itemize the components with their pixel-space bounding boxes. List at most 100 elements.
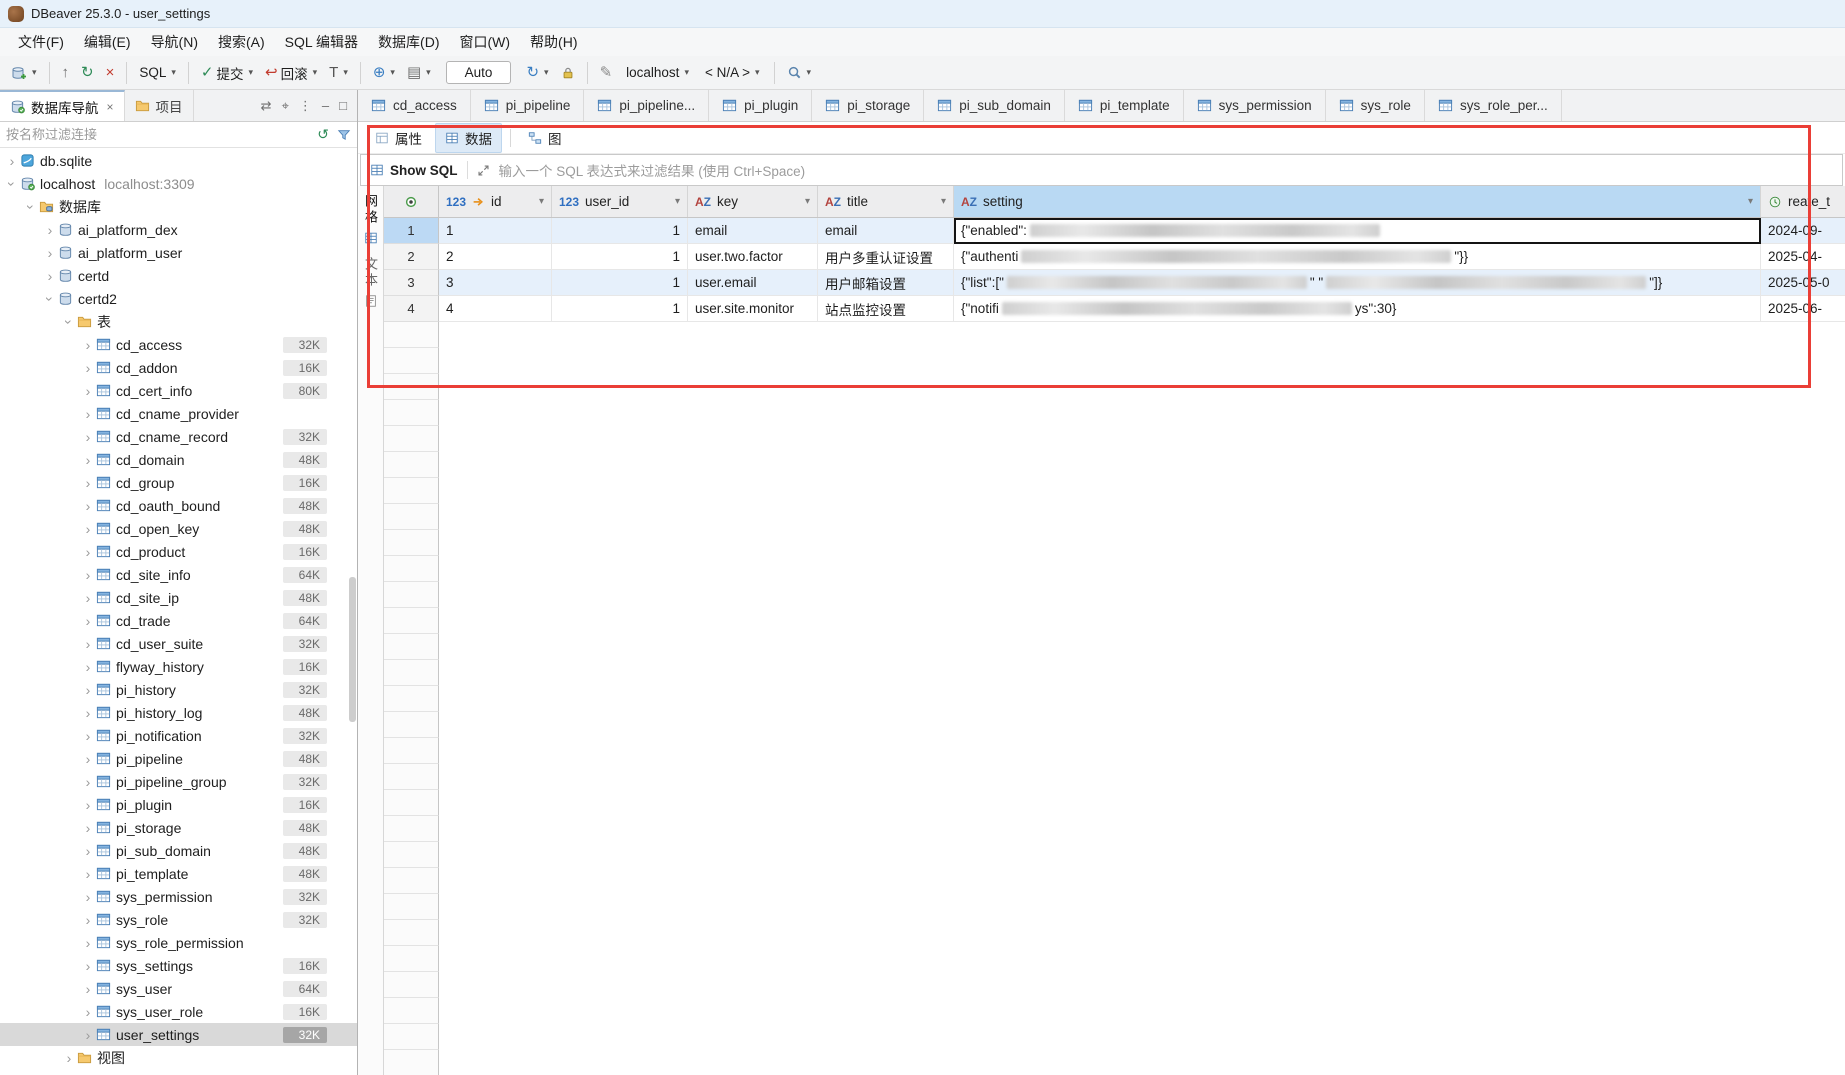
grid-cell-setting[interactable]: {"notifiys":30}: [954, 296, 1761, 322]
grid-cell[interactable]: 1: [552, 244, 688, 270]
menu-item[interactable]: 数据库(D): [368, 28, 449, 56]
grid-cell[interactable]: 2: [439, 244, 552, 270]
grid-cell[interactable]: 4: [439, 296, 552, 322]
tree-item-sys_user[interactable]: ›sys_user64K: [0, 977, 357, 1000]
grid-cell[interactable]: 用户多重认证设置: [818, 244, 954, 270]
refresh-button[interactable]: ↻▾: [521, 62, 553, 83]
active-connection-combo[interactable]: localhost▾: [619, 62, 696, 83]
sql-filter-placeholder[interactable]: 输入一个 SQL 表达式来过滤结果 (使用 Ctrl+Space): [499, 160, 806, 180]
tree-item-pi_storage[interactable]: ›pi_storage48K: [0, 816, 357, 839]
chevron-right-icon[interactable]: ›: [80, 1005, 96, 1019]
chevron-right-icon[interactable]: ›: [4, 154, 20, 168]
grid-cell[interactable]: 3: [439, 270, 552, 296]
tab-projects[interactable]: 项目: [125, 90, 194, 121]
row-header-empty[interactable]: [384, 348, 439, 374]
chevron-right-icon[interactable]: ›: [42, 246, 58, 260]
editor-tab-pi_sub_domain[interactable]: pi_sub_domain: [924, 90, 1065, 121]
column-filter-icon[interactable]: ▾: [675, 196, 680, 207]
column-filter-icon[interactable]: ▾: [805, 196, 810, 207]
chevron-down-icon[interactable]: ›: [5, 176, 19, 192]
grid-cell[interactable]: 站点监控设置: [818, 296, 954, 322]
chevron-right-icon[interactable]: ›: [80, 660, 96, 674]
grid-cell[interactable]: 用户邮箱设置: [818, 270, 954, 296]
row-header-empty[interactable]: [384, 374, 439, 400]
filter-settings-icon[interactable]: [337, 128, 351, 142]
chevron-right-icon[interactable]: ›: [80, 913, 96, 927]
row-header-empty[interactable]: [384, 738, 439, 764]
chevron-right-icon[interactable]: ›: [80, 821, 96, 835]
column-filter-icon[interactable]: ▾: [539, 196, 544, 207]
grid-cell[interactable]: 2025-04-: [1761, 244, 1845, 270]
tab-database-navigator[interactable]: 数据库导航×: [0, 90, 125, 121]
commit-mode-combo[interactable]: Auto: [446, 61, 512, 84]
chevron-right-icon[interactable]: ›: [80, 499, 96, 513]
tree-item-数据库[interactable]: ›数据库: [0, 195, 357, 218]
chevron-right-icon[interactable]: ›: [80, 752, 96, 766]
tree-item-sys_role[interactable]: ›sys_role32K: [0, 908, 357, 931]
tree-item-cd_site_info[interactable]: ›cd_site_info64K: [0, 563, 357, 586]
row-header-empty[interactable]: [384, 660, 439, 686]
open-sql-script-button[interactable]: ↑: [57, 62, 75, 83]
chevron-right-icon[interactable]: ›: [80, 936, 96, 950]
row-header-empty[interactable]: [384, 894, 439, 920]
view-tab-text[interactable]: 文本: [361, 257, 380, 308]
tree-item-flyway_history[interactable]: ›flyway_history16K: [0, 655, 357, 678]
row-header-empty[interactable]: [384, 868, 439, 894]
view-menu-icon[interactable]: ⋮: [299, 98, 312, 114]
row-header-empty[interactable]: [384, 322, 439, 348]
tree-item-sys_settings[interactable]: ›sys_settings16K: [0, 954, 357, 977]
tree-item-视图[interactable]: ›视图: [0, 1046, 357, 1069]
chevron-right-icon[interactable]: ›: [80, 729, 96, 743]
column-filter-icon[interactable]: ▾: [941, 196, 946, 207]
column-filter-icon[interactable]: ▾: [1748, 196, 1753, 207]
editor-tab-pi_pipeline[interactable]: pi_pipeline: [471, 90, 585, 121]
chevron-right-icon[interactable]: ›: [80, 867, 96, 881]
close-tab-icon[interactable]: ×: [107, 100, 114, 114]
chevron-right-icon[interactable]: ›: [80, 591, 96, 605]
chevron-right-icon[interactable]: ›: [80, 683, 96, 697]
row-header-empty[interactable]: [384, 1050, 439, 1075]
editor-tab-sys_role[interactable]: sys_role: [1326, 90, 1425, 121]
column-header-id[interactable]: 123id▾: [439, 186, 552, 217]
tree-item-pi_pipeline[interactable]: ›pi_pipeline48K: [0, 747, 357, 770]
tree-item-certd[interactable]: ›certd: [0, 264, 357, 287]
tree-item-pi_history[interactable]: ›pi_history32K: [0, 678, 357, 701]
grid-cell[interactable]: 1: [552, 296, 688, 322]
row-header-empty[interactable]: [384, 712, 439, 738]
tree-item-sys_user_role[interactable]: ›sys_user_role16K: [0, 1000, 357, 1023]
row-header-empty[interactable]: [384, 1024, 439, 1050]
reconnect-button[interactable]: ↻: [76, 62, 99, 83]
maximize-panel-icon[interactable]: □: [339, 98, 347, 113]
row-header[interactable]: 2: [384, 244, 439, 270]
row-header-empty[interactable]: [384, 608, 439, 634]
row-header-empty[interactable]: [384, 946, 439, 972]
tree-item-cd_group[interactable]: ›cd_group16K: [0, 471, 357, 494]
tree-item-cd_site_ip[interactable]: ›cd_site_ip48K: [0, 586, 357, 609]
editor-tab-sys_permission[interactable]: sys_permission: [1184, 90, 1326, 121]
row-header-empty[interactable]: [384, 816, 439, 842]
grid-cell-setting[interactable]: {"enabled":: [954, 218, 1761, 244]
chevron-right-icon[interactable]: ›: [80, 430, 96, 444]
chevron-right-icon[interactable]: ›: [80, 775, 96, 789]
grid-cell-setting[interactable]: {"list":["" ""]}: [954, 270, 1761, 296]
chevron-down-icon[interactable]: ›: [62, 314, 76, 330]
row-header-empty[interactable]: [384, 764, 439, 790]
tree-item-cd_access[interactable]: ›cd_access32K: [0, 333, 357, 356]
grid-cell[interactable]: email: [818, 218, 954, 244]
rollback-button[interactable]: ↩回滚▾: [260, 60, 322, 86]
tree-item-cd_user_suite[interactable]: ›cd_user_suite32K: [0, 632, 357, 655]
focus-element-icon[interactable]: ⌖: [282, 98, 289, 114]
commit-button[interactable]: ✓提交▾: [196, 60, 258, 86]
chevron-right-icon[interactable]: ›: [80, 545, 96, 559]
row-header-empty[interactable]: [384, 790, 439, 816]
grid-cell[interactable]: 2024-09-: [1761, 218, 1845, 244]
row-header-empty[interactable]: [384, 686, 439, 712]
row-header-empty[interactable]: [384, 972, 439, 998]
grid-cell[interactable]: email: [688, 218, 818, 244]
grid-cell[interactable]: user.email: [688, 270, 818, 296]
chevron-right-icon[interactable]: ›: [80, 522, 96, 536]
tree-item-cd_addon[interactable]: ›cd_addon16K: [0, 356, 357, 379]
new-connection-button[interactable]: ▾: [6, 62, 42, 84]
tree-item-表[interactable]: ›表: [0, 310, 357, 333]
chevron-right-icon[interactable]: ›: [80, 637, 96, 651]
